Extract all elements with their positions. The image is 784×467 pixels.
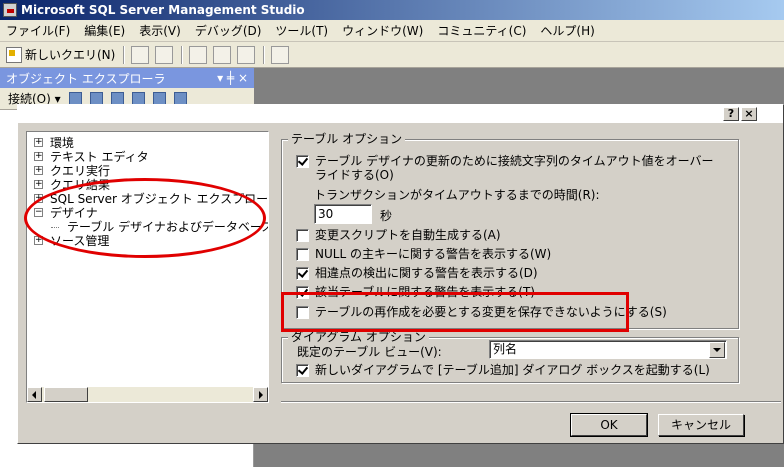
- chevron-down-icon: [713, 348, 721, 352]
- tree-item-query-execution[interactable]: + クエリ実行: [34, 164, 110, 178]
- red-ellipse-annotation: [24, 178, 266, 258]
- null-pk-warning-checkbox[interactable]: [296, 248, 309, 261]
- dialog-separator: [281, 401, 781, 403]
- tree-item-label: テキスト エディタ: [50, 150, 149, 164]
- table-options-legend: テーブル オプション: [288, 132, 406, 146]
- new-query-icon: [6, 46, 22, 63]
- null-pk-warning-label: NULL の主キーに関する警告を表示する(W): [315, 247, 552, 261]
- print-icon[interactable]: [237, 45, 256, 64]
- default-view-label: 既定のテーブル ビュー(V):: [297, 345, 442, 359]
- tree-item-text-editor[interactable]: + テキスト エディタ: [34, 150, 149, 164]
- object-explorer-title: オブジェクト エクスプローラ: [6, 71, 166, 86]
- app-title-bar: Microsoft SQL Server Management Studio: [0, 0, 784, 20]
- difference-warning-label: 相違点の検出に関する警告を表示する(D): [315, 266, 538, 280]
- toolbar-separator: [263, 45, 266, 64]
- help-button[interactable]: ?: [723, 107, 739, 121]
- standard-toolbar: 新しいクエリ(N): [0, 42, 784, 68]
- menu-file[interactable]: ファイル(F): [6, 22, 70, 39]
- new-file-icon[interactable]: [131, 45, 150, 64]
- options-dialog: ? × + 環境 + テキスト エディタ + クエリ実行 + クエリ結果 + S…: [17, 104, 784, 444]
- default-view-dropdown[interactable]: 列名: [489, 340, 727, 359]
- default-view-value: 列名: [493, 342, 518, 356]
- menu-view[interactable]: 表示(V): [139, 22, 181, 39]
- override-timeout-checkbox[interactable]: [296, 155, 309, 168]
- expand-icon[interactable]: +: [34, 138, 43, 147]
- timeout-input[interactable]: 30: [314, 204, 372, 224]
- toolbar-separator: [181, 45, 184, 64]
- arrow-left-icon: [32, 391, 36, 399]
- menu-edit[interactable]: 編集(E): [84, 22, 125, 39]
- expand-icon[interactable]: +: [34, 152, 43, 161]
- auto-generate-script-option[interactable]: 変更スクリプトを自動生成する(A): [296, 228, 501, 242]
- menu-bar: ファイル(F) 編集(E) 表示(V) デバッグ(D) ツール(T) ウィンドウ…: [0, 20, 784, 42]
- override-timeout-label: テーブル デザイナの更新のために接続文字列のタイムアウト値をオーバー ライドする…: [315, 154, 714, 182]
- menu-tools[interactable]: ツール(T): [275, 22, 328, 39]
- object-explorer-header: オブジェクト エクスプローラ ▾ ╪ ×: [0, 68, 254, 88]
- tree-item-environment[interactable]: + 環境: [34, 136, 74, 150]
- tree-horizontal-scrollbar[interactable]: [27, 387, 268, 402]
- auto-generate-script-checkbox[interactable]: [296, 229, 309, 242]
- difference-warning-option[interactable]: 相違点の検出に関する警告を表示する(D): [296, 266, 538, 280]
- tree-item-label: クエリ実行: [50, 164, 111, 178]
- menu-debug[interactable]: デバッグ(D): [195, 22, 262, 39]
- red-rectangle-annotation: [281, 292, 629, 332]
- new-query-button[interactable]: 新しいクエリ(N): [6, 46, 115, 63]
- launch-add-table-label: 新しいダイアグラムで [テーブル追加] ダイアログ ボックスを起動する(L): [315, 363, 710, 377]
- diagram-options-legend: ダイアグラム オプション: [288, 330, 429, 344]
- ok-button[interactable]: OK: [570, 413, 648, 437]
- new-query-label: 新しいクエリ(N): [25, 48, 116, 62]
- save-icon[interactable]: [213, 45, 232, 64]
- object-explorer-window-controls[interactable]: ▾ ╪ ×: [217, 71, 248, 85]
- auto-generate-script-label: 変更スクリプトを自動生成する(A): [315, 228, 501, 242]
- close-button[interactable]: ×: [741, 107, 757, 121]
- tree-item-label: 環境: [50, 136, 75, 150]
- launch-add-table-checkbox[interactable]: [296, 364, 309, 377]
- menu-help[interactable]: ヘルプ(H): [540, 22, 594, 39]
- toolbar-separator: [123, 45, 126, 64]
- arrow-right-icon: [259, 391, 263, 399]
- ssms-app-icon: [3, 3, 17, 17]
- cancel-button[interactable]: キャンセル: [658, 414, 744, 436]
- registered-servers-icon[interactable]: [271, 45, 290, 64]
- override-timeout-option[interactable]: テーブル デザイナの更新のために接続文字列のタイムアウト値をオーバー ライドする…: [296, 154, 714, 182]
- options-tree: + 環境 + テキスト エディタ + クエリ実行 + クエリ結果 + SQL S…: [26, 131, 269, 403]
- scroll-left-button[interactable]: [27, 387, 42, 402]
- dialog-title-bar: [18, 105, 783, 123]
- timeout-unit: 秒: [380, 209, 393, 223]
- menu-community[interactable]: コミュニティ(C): [437, 22, 526, 39]
- null-pk-warning-option[interactable]: NULL の主キーに関する警告を表示する(W): [296, 247, 551, 261]
- timeout-label: トランザクションがタイムアウトするまでの時間(R):: [314, 188, 600, 202]
- expand-icon[interactable]: +: [34, 166, 43, 175]
- app-title: Microsoft SQL Server Management Studio: [21, 3, 305, 17]
- scroll-right-button[interactable]: [253, 387, 268, 402]
- open-folder-icon[interactable]: [189, 45, 208, 64]
- new-project-icon[interactable]: [155, 45, 174, 64]
- menu-window[interactable]: ウィンドウ(W): [342, 22, 423, 39]
- difference-warning-checkbox[interactable]: [296, 267, 309, 280]
- scroll-thumb[interactable]: [44, 387, 88, 402]
- dropdown-button[interactable]: [709, 342, 725, 358]
- launch-add-table-option[interactable]: 新しいダイアグラムで [テーブル追加] ダイアログ ボックスを起動する(L): [296, 363, 710, 377]
- expand-icon[interactable]: +: [34, 180, 43, 189]
